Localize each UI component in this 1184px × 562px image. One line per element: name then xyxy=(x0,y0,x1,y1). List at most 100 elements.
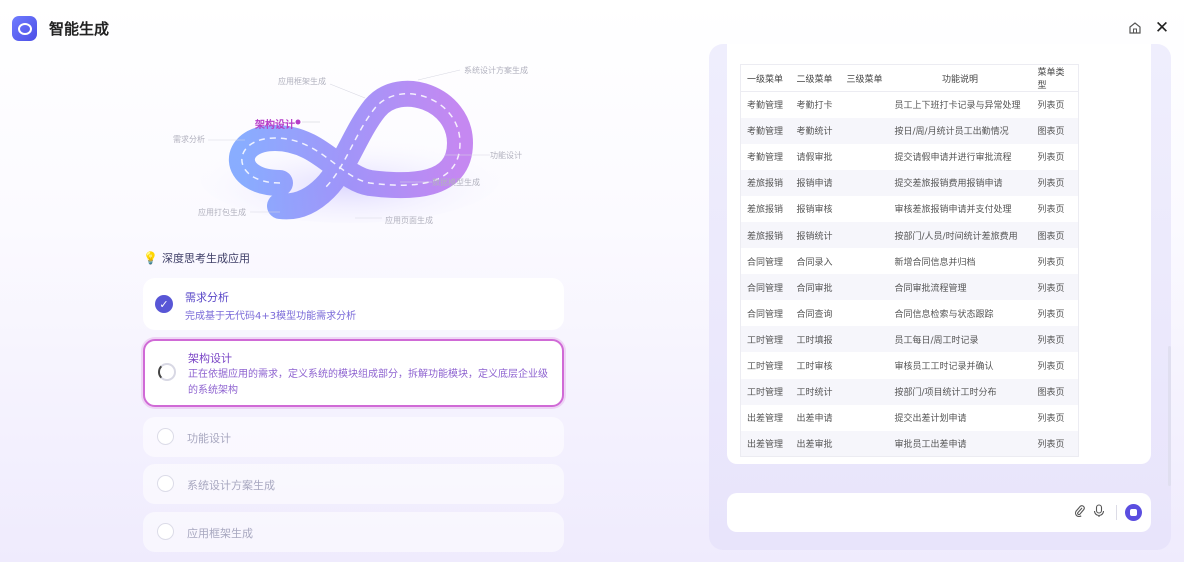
table-cell xyxy=(840,378,889,405)
table-cell: 差旅报销 xyxy=(740,169,791,196)
table-cell: 列表页 xyxy=(1031,274,1079,301)
table-cell: 员工上下班打卡记录与异常处理 xyxy=(894,101,1021,112)
home-icon[interactable] xyxy=(1125,18,1145,38)
table-cell: 出差管理 xyxy=(740,430,791,457)
table-cell: 列表页 xyxy=(1037,205,1065,216)
scrollbar[interactable] xyxy=(1168,346,1171,486)
table-cell: 合同录入 xyxy=(796,257,833,268)
paperclip-icon[interactable] xyxy=(1073,504,1086,521)
table-row: 考勤管理 请假审批 提交请假申请并进行审批流程 列表页 xyxy=(741,144,1079,170)
table-cell: 合同审批流程管理 xyxy=(888,274,1032,301)
table-row: 工时管理 工时填报 员工每日/周工时记录 列表页 xyxy=(740,326,1079,353)
close-icon[interactable]: ✕ xyxy=(1152,18,1172,38)
table-cell: 图表页 xyxy=(1031,221,1079,249)
label-app-package: 应用打包生成 xyxy=(198,208,246,217)
table-row: 工时管理 工时审核 审核员工工时记录并确认 列表页 xyxy=(741,352,1079,378)
table-cell: 提交差旅报销费用报销申请 xyxy=(888,169,1032,196)
column-header: 二级菜单 xyxy=(790,64,841,92)
table-cell xyxy=(840,326,889,353)
app-logo-icon xyxy=(12,16,37,41)
table-cell xyxy=(840,117,889,144)
infinity-diagram: 应用框架生成 系统设计方案生成 架构设计 需求分析 功能设计 数据模型生成 应用… xyxy=(160,58,540,238)
step-app-framework[interactable]: 应用框架生成 xyxy=(143,512,564,552)
stop-icon[interactable] xyxy=(1125,504,1142,521)
table-cell xyxy=(841,248,889,274)
table-cell xyxy=(840,274,889,301)
table-cell: 出差审批 xyxy=(790,430,841,457)
table-cell: 报销审核 xyxy=(796,205,833,216)
table-cell: 审核差旅报销申请并支付处理 xyxy=(894,205,1012,216)
table-cell: 列表页 xyxy=(1037,257,1065,268)
table-cell: 合同信息检索与状态跟踪 xyxy=(894,309,994,320)
table-cell: 合同管理 xyxy=(747,257,784,268)
table-cell: 新增合同信息并归档 xyxy=(894,257,976,268)
step-function-design[interactable]: 功能设计 xyxy=(143,417,564,457)
table-cell: 列表页 xyxy=(1037,309,1065,320)
table-cell: 员工每日/周工时记录 xyxy=(888,326,1032,353)
column-header: 三级菜单 xyxy=(840,64,889,92)
table-row: 工时管理 工时统计 按部门/项目统计工时分布 图表页 xyxy=(740,378,1079,405)
table-cell: 提交出差计划申请 xyxy=(894,414,967,425)
table-cell xyxy=(841,196,889,222)
empty-circle-icon xyxy=(157,523,174,540)
table-row: 出差管理 出差审批 审批员工出差申请 列表页 xyxy=(740,430,1079,457)
table-cell: 工时管理 xyxy=(747,361,784,372)
table-row: 合同管理 合同审批 合同审批流程管理 列表页 xyxy=(740,274,1079,301)
step-requirements[interactable]: ✓ 需求分析 完成基于无代码4+3模型功能需求分析 xyxy=(143,278,564,330)
table-cell: 列表页 xyxy=(1031,326,1079,353)
table-cell xyxy=(841,352,889,378)
table-cell: 工时审核 xyxy=(796,361,833,372)
table-cell: 列表页 xyxy=(1031,430,1079,457)
label-app-page: 应用页面生成 xyxy=(385,216,433,225)
table-row: 合同管理 合同查询 合同信息检索与状态跟踪 列表页 xyxy=(741,300,1079,326)
table-cell xyxy=(840,169,889,196)
table-cell xyxy=(841,92,889,118)
column-header: 功能说明 xyxy=(888,64,1032,92)
table-cell: 合同审批 xyxy=(790,274,841,301)
table-cell: 工时管理 xyxy=(740,378,791,405)
table-cell: 工时统计 xyxy=(790,378,841,405)
table-cell: 列表页 xyxy=(1037,153,1065,164)
table-cell: 按部门/项目统计工时分布 xyxy=(888,378,1032,405)
table-cell xyxy=(841,144,889,170)
step-system-design[interactable]: 系统设计方案生成 xyxy=(143,464,564,504)
table-cell: 考勤打卡 xyxy=(796,101,833,112)
table-row: 考勤管理 考勤打卡 员工上下班打卡记录与异常处理 列表页 xyxy=(741,92,1079,118)
table-cell xyxy=(840,430,889,457)
table-cell: 报销申请 xyxy=(790,169,841,196)
result-panel: 一级菜单 二级菜单 三级菜单 功能说明 菜单类型 考勤管理 考勤打卡 员工上下班打卡… xyxy=(709,44,1171,550)
table-cell: 列表页 xyxy=(1037,101,1065,112)
table-row: 合同管理 合同录入 新增合同信息并归档 列表页 xyxy=(741,248,1079,274)
section-title: 💡 深度思考生成应用 xyxy=(143,251,250,265)
chat-input-bar[interactable] xyxy=(727,493,1151,532)
divider xyxy=(1116,505,1117,520)
microphone-icon[interactable] xyxy=(1093,504,1105,522)
label-app-framework: 应用框架生成 xyxy=(278,77,326,86)
table-row: 考勤管理 考勤统计 按日/周/月统计员工出勤情况 图表页 xyxy=(740,117,1079,144)
table-cell: 差旅报销 xyxy=(740,221,791,249)
table-cell: 报销统计 xyxy=(790,221,841,249)
menu-table-card[interactable]: 一级菜单 二级菜单 三级菜单 功能说明 菜单类型 考勤管理 考勤打卡 员工上下班打卡… xyxy=(727,44,1151,464)
step-architecture[interactable]: 架构设计 正在依据应用的需求，定义系统的模块组成部分，拆解功能模块，定义底层企业… xyxy=(143,339,564,407)
table-cell: 按部门/人员/时间统计差旅费用 xyxy=(888,221,1032,249)
table-cell: 列表页 xyxy=(1037,414,1065,425)
table-cell: 按日/周/月统计员工出勤情况 xyxy=(888,117,1032,144)
table-cell: 考勤管理 xyxy=(747,101,784,112)
label-architecture: 架构设计 xyxy=(255,120,295,131)
table-cell: 提交请假申请并进行审批流程 xyxy=(894,153,1012,164)
table-cell: 考勤统计 xyxy=(790,117,841,144)
table-cell: 工时管理 xyxy=(740,326,791,353)
table-cell: 工时填报 xyxy=(790,326,841,353)
table-cell: 列表页 xyxy=(1031,169,1079,196)
table-cell: 差旅报销 xyxy=(747,205,784,216)
table-cell: 合同查询 xyxy=(796,309,833,320)
column-header: 一级菜单 xyxy=(740,64,791,92)
label-function-design: 功能设计 xyxy=(490,151,522,160)
column-header: 菜单类型 xyxy=(1031,64,1079,92)
table-cell: 出差管理 xyxy=(747,414,784,425)
table-cell: 考勤管理 xyxy=(747,153,784,164)
table-cell: 审核员工工时记录并确认 xyxy=(894,361,994,372)
label-requirements: 需求分析 xyxy=(173,135,205,144)
table-cell: 考勤管理 xyxy=(740,117,791,144)
table-cell xyxy=(840,221,889,249)
